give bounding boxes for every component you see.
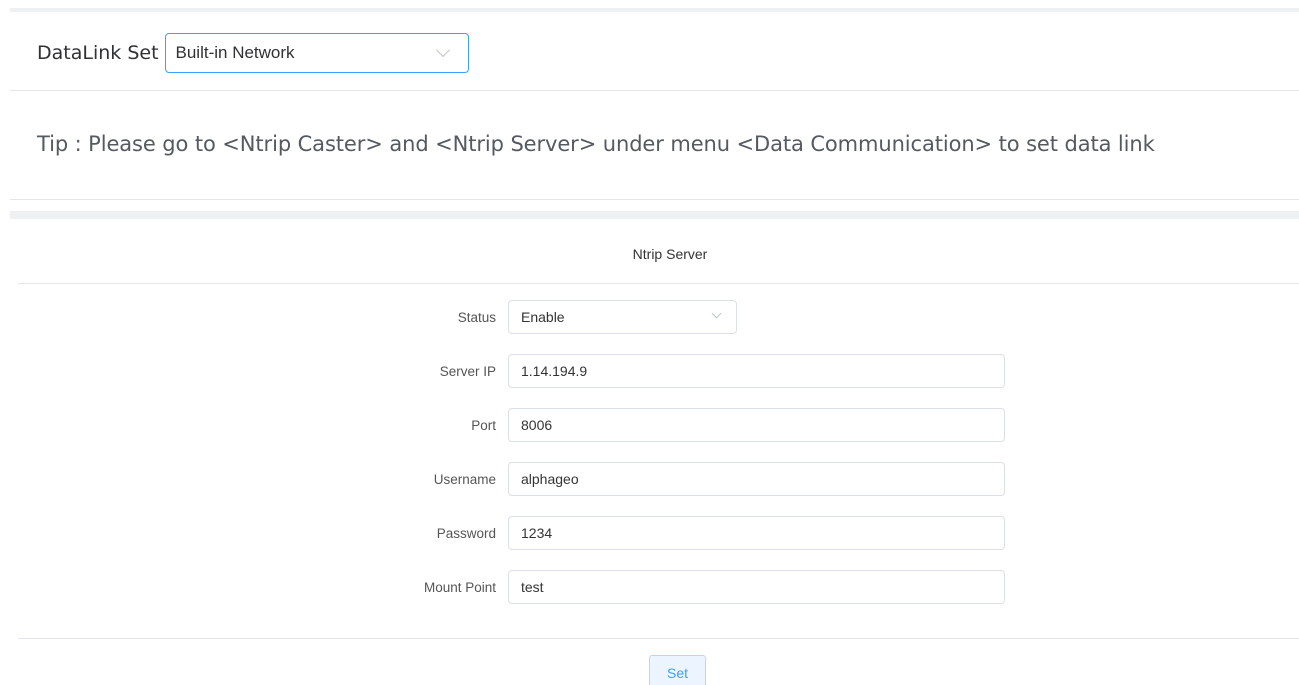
top-band	[10, 8, 1299, 12]
chevron-down-icon	[711, 308, 722, 319]
server-ip-row: Server IP 1.14.194.9	[0, 354, 1299, 388]
divider	[10, 90, 1299, 91]
divider	[10, 199, 1299, 200]
password-input[interactable]: 1234	[508, 516, 1005, 550]
datalink-set-label: DataLink Set	[37, 42, 159, 64]
server-ip-input[interactable]: 1.14.194.9	[508, 354, 1005, 388]
mount-point-input[interactable]: test	[508, 570, 1005, 604]
tip-text: Tip : Please go to <Ntrip Caster> and <N…	[37, 132, 1155, 156]
username-input[interactable]: alphageo	[508, 462, 1005, 496]
port-row: Port 8006	[0, 408, 1299, 442]
divider	[18, 283, 1299, 284]
section-band	[10, 211, 1299, 219]
status-select[interactable]: Enable	[508, 300, 737, 334]
password-row: Password 1234	[0, 516, 1299, 550]
datalink-set-row: DataLink Set Built-in Network	[37, 32, 469, 74]
mount-point-label: Mount Point	[423, 579, 496, 595]
server-ip-label: Server IP	[439, 363, 496, 379]
username-row: Username alphageo	[0, 462, 1299, 496]
status-row: Status Enable	[0, 300, 1299, 334]
status-label: Status	[457, 309, 496, 325]
mount-point-row: Mount Point test	[0, 570, 1299, 604]
divider	[18, 638, 1299, 639]
status-value: Enable	[521, 309, 565, 325]
ntrip-server-title: Ntrip Server	[632, 246, 708, 262]
port-input[interactable]: 8006	[508, 408, 1005, 442]
chevron-down-icon	[435, 42, 450, 58]
set-button[interactable]: Set	[649, 655, 706, 685]
username-label: Username	[433, 471, 496, 487]
password-label: Password	[436, 525, 496, 541]
port-label: Port	[471, 417, 496, 433]
datalink-select-value: Built-in Network	[175, 43, 295, 62]
datalink-select[interactable]: Built-in Network	[164, 33, 469, 73]
